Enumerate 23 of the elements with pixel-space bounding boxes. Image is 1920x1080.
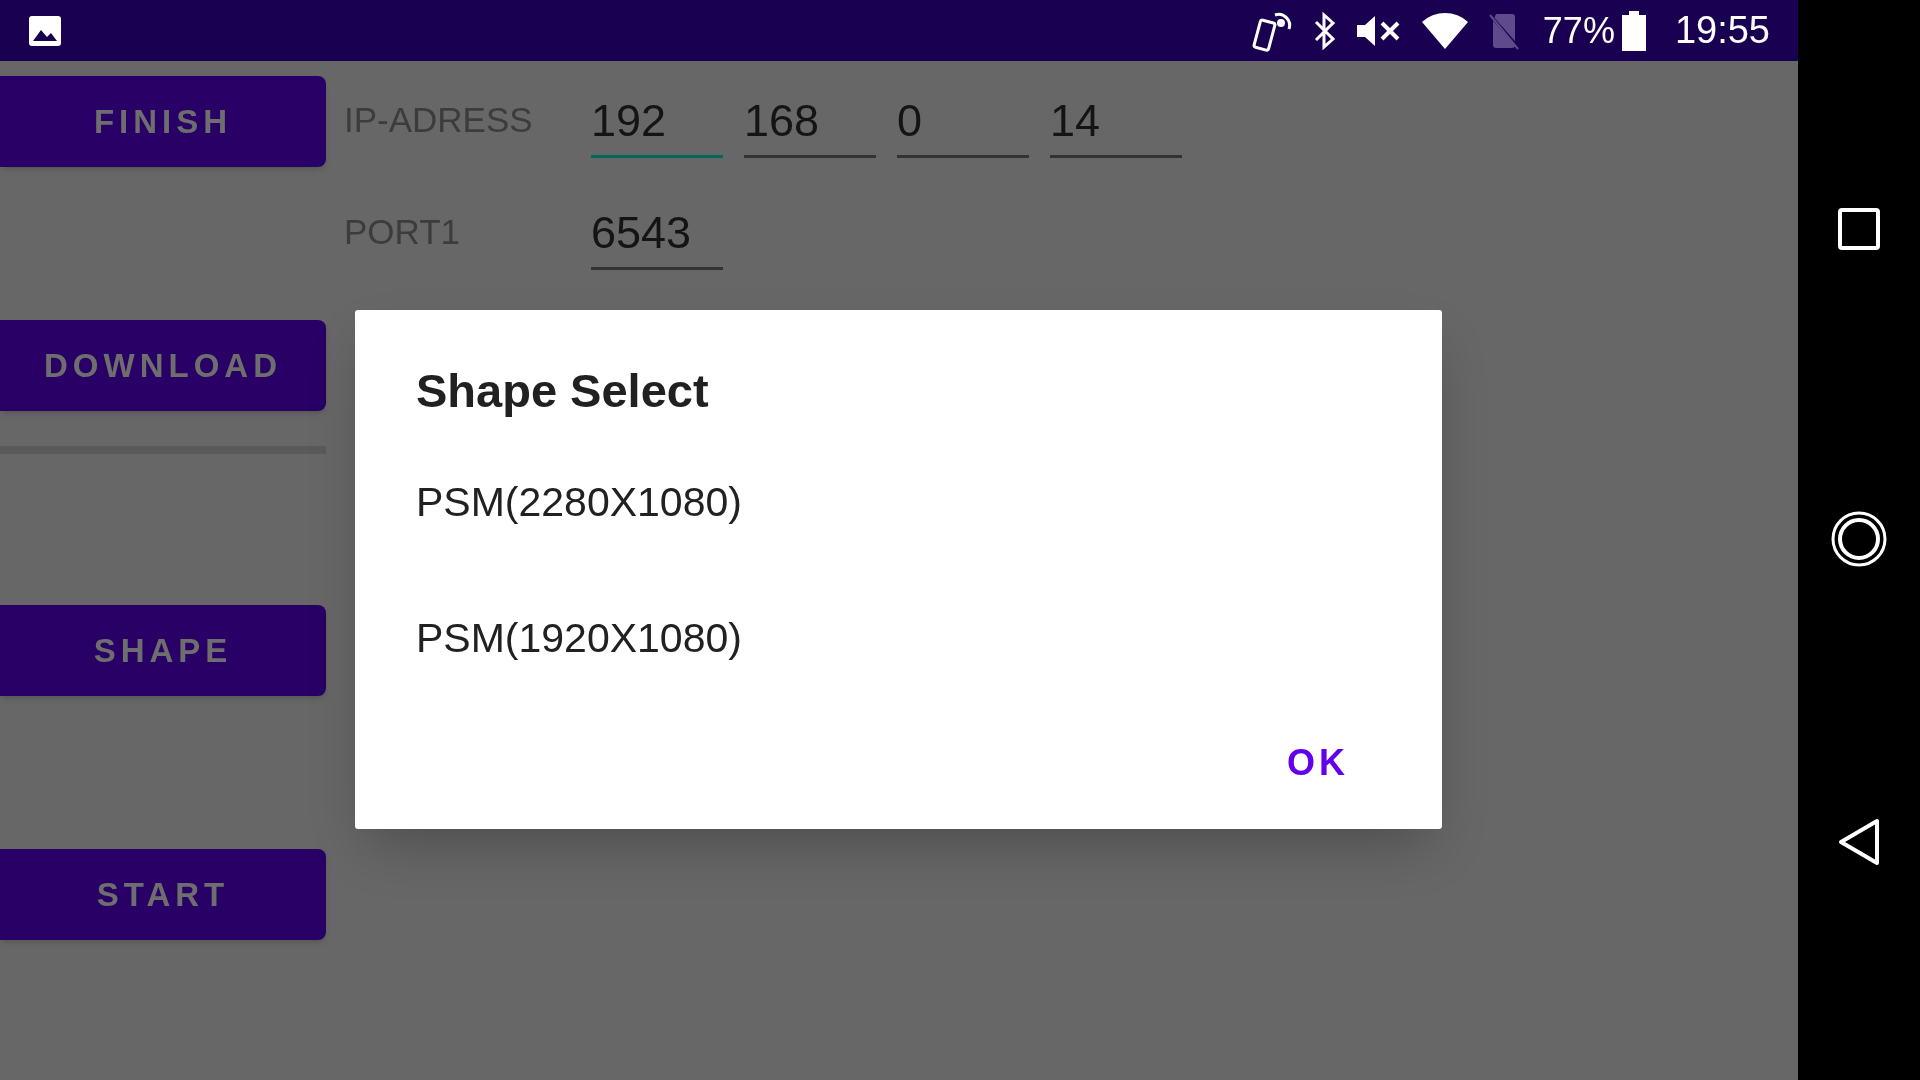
action-button[interactable]: DOWNLOAD: [0, 320, 326, 411]
dialog-option[interactable]: PSM(1920X1080): [416, 608, 1381, 670]
battery-percentage: 77%: [1542, 8, 1615, 53]
input-field[interactable]: 14: [1050, 94, 1182, 158]
wifi-icon: [1420, 12, 1469, 49]
home-icon[interactable]: [1830, 510, 1888, 568]
picture-icon: [28, 14, 62, 47]
ok-button[interactable]: OK: [1279, 729, 1357, 796]
action-button[interactable]: FINISH: [0, 76, 326, 167]
action-button[interactable]: START: [0, 849, 326, 940]
bluetooth-icon: [1312, 11, 1337, 50]
clock: 19:55: [1674, 8, 1770, 53]
battery-icon: [1620, 10, 1647, 51]
action-button[interactable]: SHAPE: [0, 605, 326, 696]
dialog-title: Shape Select: [416, 363, 710, 419]
back-icon[interactable]: [1837, 818, 1881, 866]
dialog-option[interactable]: PSM(2280X1080): [416, 471, 1381, 533]
recents-icon[interactable]: [1838, 208, 1880, 250]
input-field[interactable]: 192: [591, 94, 723, 158]
no-sim-icon: [1486, 11, 1521, 50]
input-field[interactable]: 168: [744, 94, 876, 158]
input-field[interactable]: 6543: [591, 206, 723, 270]
input-field[interactable]: 0: [897, 94, 1029, 158]
